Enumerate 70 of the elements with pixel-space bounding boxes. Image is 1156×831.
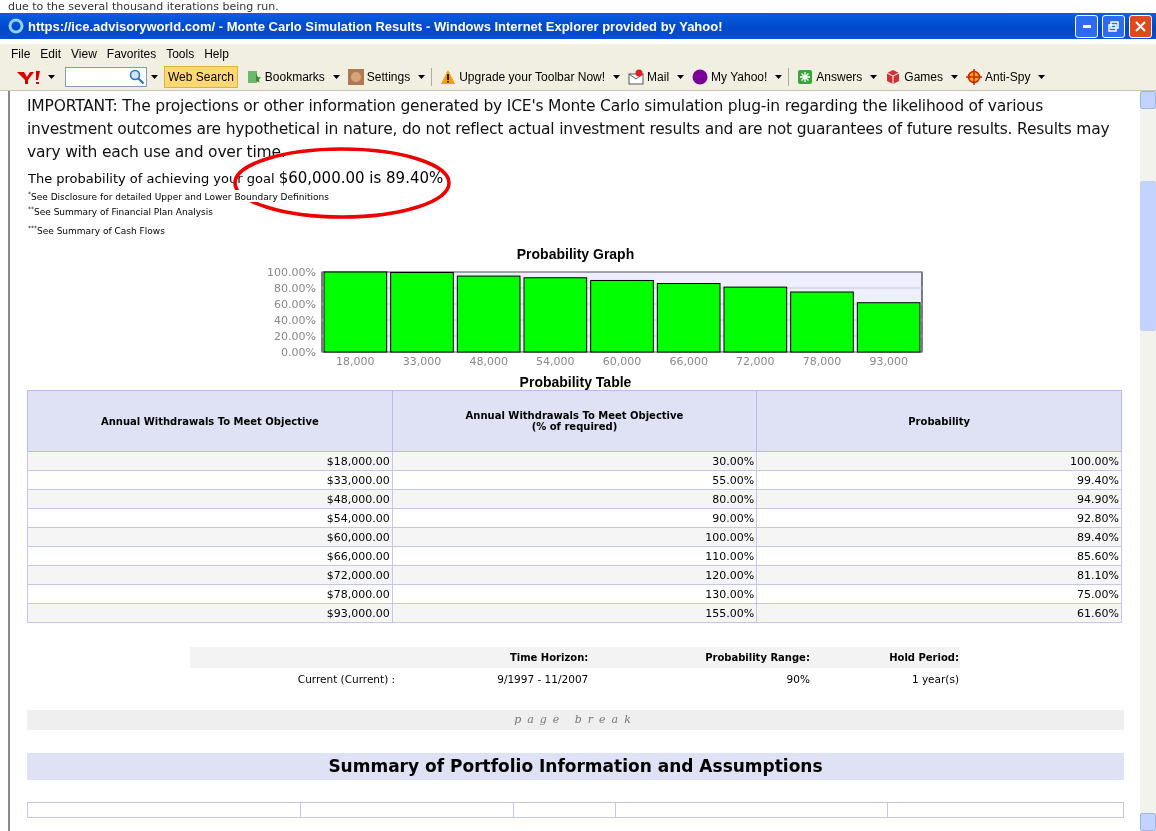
portrait-icon <box>347 69 364 85</box>
answers-icon <box>797 69 814 85</box>
axis-tick-label: 66,000 <box>669 355 708 368</box>
axis-tick-label: 18,000 <box>336 355 375 368</box>
scroll-thumb[interactable] <box>1140 181 1156 331</box>
toolbar-button[interactable]: Answers <box>795 69 865 85</box>
restore-icon <box>1108 20 1119 32</box>
axis-tick-label: 20.00% <box>274 330 316 343</box>
column-header: Time Horizon: <box>396 647 590 668</box>
footnote-text: $^{*}$See Disclosure for detailed Upper and Lower Boundary Definitions <box>28 190 329 202</box>
scrollbar[interactable] <box>1140 91 1156 831</box>
table-cell: 1 year(s) <box>810 668 960 689</box>
column-header: Hold Period: <box>810 647 960 668</box>
footnote-text: $^{**}$See Summary of Financial Plan Analysis <box>28 205 213 217</box>
crosshair-icon <box>966 69 983 85</box>
mail-icon <box>628 69 645 85</box>
web-search-button[interactable]: Web Search <box>164 66 238 88</box>
axis-tick-label: 54,000 <box>536 355 575 368</box>
minimize-button[interactable] <box>1075 14 1098 38</box>
axis-tick-label: 60.00% <box>274 298 316 311</box>
axis-tick-label: 48,000 <box>469 355 508 368</box>
table-title: Probability Table <box>518 374 633 390</box>
dropdown-caret-icon <box>151 75 158 79</box>
bookmark-icon <box>245 69 262 85</box>
minimize-icon <box>1082 24 1091 28</box>
caption-text: due to the several thousand iterations being run. <box>7 0 280 13</box>
toolbar-button[interactable]: Anti-Spy <box>964 69 1033 85</box>
section-heading: Summary of Portfolio Information and Assumptions <box>27 753 1124 780</box>
axis-tick-label: 78,000 <box>802 355 842 368</box>
column-header: Annual Withdrawals To Meet Objective (% of required) <box>392 390 757 452</box>
table-cell: 9/1997 - 11/2007 <box>396 668 590 689</box>
axis-tick-label: 100.00% <box>267 266 316 279</box>
restore-button[interactable] <box>1102 14 1125 38</box>
footnote-text: $^{***}$See Summary of Cash Flows <box>28 224 165 236</box>
dice-icon <box>885 69 902 85</box>
axis-tick-label: 33,000 <box>402 355 442 368</box>
toolbar-button[interactable]: Mail <box>626 69 672 85</box>
axis-tick-label: 40.00% <box>274 314 316 327</box>
column-header: Probability <box>756 390 1122 452</box>
warning-icon <box>440 69 457 85</box>
menu-item[interactable]: View <box>68 47 104 61</box>
close-button[interactable] <box>1129 14 1152 38</box>
page-break-bar: page break <box>27 710 1124 730</box>
table-cell: 90% <box>589 668 811 689</box>
menu-item[interactable]: Favorites <box>103 47 164 61</box>
browser-logo-icon <box>8 18 24 34</box>
toolbar-button[interactable]: Bookmarks <box>243 69 327 85</box>
menu-item[interactable]: Help <box>201 47 236 61</box>
dropdown-caret-icon <box>48 75 55 79</box>
axis-tick-label: 60,000 <box>602 355 642 368</box>
column-header: Annual Withdrawals To Meet Objective <box>27 390 393 452</box>
close-icon <box>1135 20 1146 32</box>
window-title: https://ice.advisoryworld.com/ - Monte Carlo Simulation Results - Windows Internet Explorer provided by Yahoo! <box>28 18 724 34</box>
toolbar-button[interactable]: Settings <box>345 69 413 85</box>
menu-item[interactable]: Edit <box>37 47 69 61</box>
toolbar-button[interactable]: Games <box>883 69 946 85</box>
yahoo-logo-icon[interactable] <box>16 69 42 85</box>
axis-tick-label: 0.00% <box>281 346 316 359</box>
axis-tick-label: 72,000 <box>736 355 775 368</box>
axis-tick-label: 80.00% <box>274 282 316 295</box>
my-yahoo-icon <box>692 69 709 85</box>
menu-item[interactable]: Tools <box>163 47 202 61</box>
chart-title: Probability Graph <box>515 246 636 262</box>
search-field[interactable] <box>65 67 147 87</box>
menu-item[interactable]: File <box>8 47 38 61</box>
column-header: Probability Range: <box>589 647 811 668</box>
toolbar-button[interactable]: My Yahoo! <box>690 69 770 85</box>
axis-tick-label: 93,000 <box>869 355 908 368</box>
toolbar-button[interactable]: Upgrade your Toolbar Now! <box>438 69 608 85</box>
row-label: Current (Current) : <box>190 668 397 689</box>
